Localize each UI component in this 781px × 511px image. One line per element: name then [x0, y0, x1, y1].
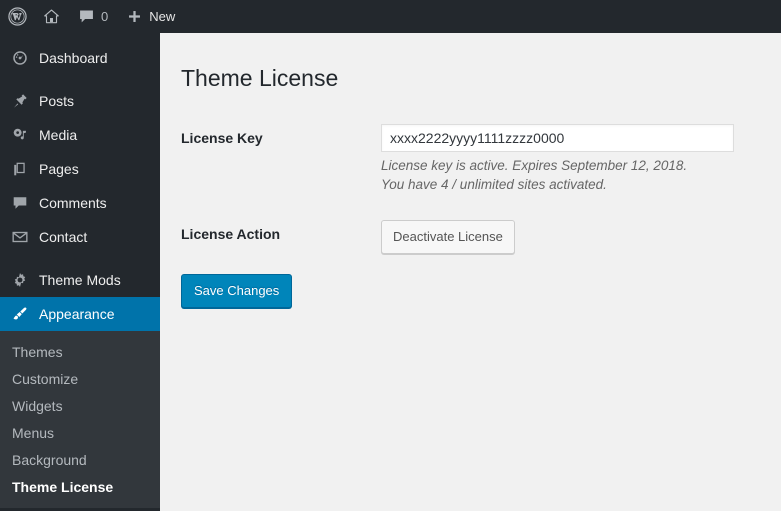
- license-action-cell: Deactivate License: [381, 207, 761, 267]
- sidebar-item-label: Dashboard: [39, 50, 108, 66]
- page-title: Theme License: [181, 65, 339, 91]
- license-action-label: License Action: [181, 226, 281, 242]
- pages-icon: [10, 159, 30, 179]
- comment-bubble-icon: [78, 8, 95, 25]
- submenu-item-label: Background: [12, 451, 87, 468]
- new-content-label: New: [149, 9, 176, 24]
- new-content-button[interactable]: New: [117, 0, 184, 33]
- submenu-item-label: Themes: [12, 343, 63, 360]
- deactivate-license-button[interactable]: Deactivate License: [381, 220, 515, 254]
- submenu-item-label: Customize: [12, 370, 79, 387]
- sidebar-item-appearance[interactable]: Appearance: [0, 297, 168, 331]
- comments-button[interactable]: 0: [69, 0, 117, 33]
- wordpress-logo-icon: [8, 7, 27, 26]
- menu-separator: [0, 75, 160, 84]
- save-changes-button[interactable]: Save Changes: [181, 274, 293, 308]
- sidebar-item-label: Comments: [39, 195, 107, 211]
- sidebar-item-label: Posts: [39, 93, 75, 109]
- plus-icon: [126, 8, 143, 25]
- menu-separator: [0, 254, 160, 263]
- admin-sidebar: Dashboard Posts Media Pages Comments Con…: [0, 33, 168, 511]
- comment-bubble-icon: [10, 193, 30, 213]
- submenu-item-background[interactable]: Background: [0, 446, 160, 473]
- media-icon: [10, 125, 30, 145]
- license-key-row: License Key License key is active. Expir…: [181, 111, 761, 207]
- submenu-item-themes[interactable]: Themes: [0, 338, 160, 365]
- license-action-row: License Action Deactivate License: [181, 207, 761, 267]
- sidebar-menu: Dashboard Posts Media Pages Comments Con…: [0, 33, 168, 508]
- paintbrush-icon: [10, 304, 30, 324]
- sidebar-item-posts[interactable]: Posts: [0, 84, 160, 118]
- dashboard-icon: [10, 48, 30, 68]
- submenu-item-label: Widgets: [12, 397, 63, 414]
- submenu-item-customize[interactable]: Customize: [0, 365, 160, 392]
- license-status-line-2: You have 4 / unlimited sites activated.: [381, 177, 607, 192]
- sidebar-item-label: Appearance: [39, 306, 115, 322]
- sidebar-item-label: Media: [39, 127, 78, 143]
- submenu-item-menus[interactable]: Menus: [0, 419, 160, 446]
- sidebar-item-label: Contact: [39, 229, 88, 245]
- main-content: Theme License License Key License key is…: [160, 33, 781, 511]
- envelope-icon: [10, 227, 30, 247]
- admin-bar: 0 New: [0, 0, 781, 33]
- site-name-button[interactable]: [34, 0, 69, 33]
- submenu-item-label: Theme License: [12, 478, 114, 495]
- submit-row: Save Changes: [181, 274, 761, 308]
- sidebar-item-contact[interactable]: Contact: [0, 220, 160, 254]
- wordpress-logo-button[interactable]: [0, 0, 34, 33]
- sidebar-item-label: Theme Mods: [39, 272, 121, 288]
- license-form-table: License Key License key is active. Expir…: [181, 111, 761, 267]
- submenu-item-theme-license[interactable]: Theme License: [0, 473, 160, 500]
- sidebar-item-comments[interactable]: Comments: [0, 186, 160, 220]
- license-status-description: License key is active. Expires September…: [381, 156, 751, 194]
- pushpin-icon: [10, 91, 30, 111]
- submenu-item-label: Menus: [12, 424, 55, 441]
- sidebar-item-dashboard[interactable]: Dashboard: [0, 41, 160, 75]
- license-key-input[interactable]: [381, 124, 734, 152]
- appearance-submenu: Themes Customize Widgets Menus Backgroun…: [0, 331, 160, 508]
- license-key-label: License Key: [181, 130, 263, 146]
- submenu-item-widgets[interactable]: Widgets: [0, 392, 160, 419]
- sidebar-item-theme-mods[interactable]: Theme Mods: [0, 263, 160, 297]
- license-key-cell: License key is active. Expires September…: [381, 111, 761, 207]
- home-icon: [43, 8, 60, 25]
- comments-count: 0: [101, 9, 109, 24]
- sidebar-item-media[interactable]: Media: [0, 118, 160, 152]
- sidebar-item-label: Pages: [39, 161, 79, 177]
- license-status-line-1: License key is active. Expires September…: [381, 158, 688, 173]
- wordpress-admin-screen: 0 New Dashboard Posts Media Pages Commen…: [0, 0, 781, 511]
- sidebar-item-pages[interactable]: Pages: [0, 152, 160, 186]
- gear-icon: [10, 270, 30, 290]
